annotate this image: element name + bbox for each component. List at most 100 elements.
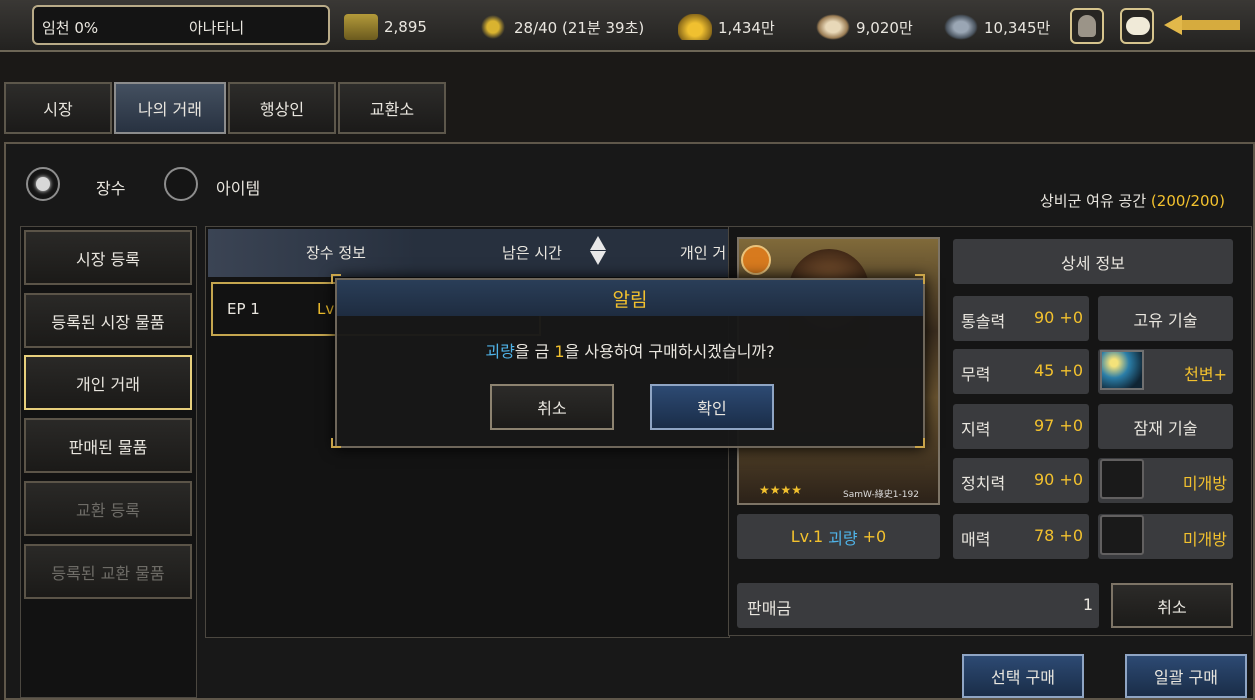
radio-general-label: 장수 — [96, 179, 126, 198]
back-arrow-button[interactable] — [1164, 15, 1240, 35]
tab-exchange[interactable]: 교환소 — [338, 82, 446, 134]
dialog-corner-ornament — [915, 438, 925, 448]
level-suffix: +0 — [862, 527, 887, 546]
reserve-space-label: 상비군 여유 공간 — [1040, 192, 1147, 210]
sidebar-label: 시장 등록 — [76, 249, 140, 269]
sidebar-market-register[interactable]: 시장 등록 — [24, 230, 192, 285]
scroll-icon — [344, 14, 378, 40]
army-badge-icon — [741, 245, 771, 275]
list-header — [208, 229, 728, 277]
sidebar-label: 교환 등록 — [76, 500, 140, 520]
bulk-buy-button[interactable]: 일괄 구매 — [1125, 654, 1247, 698]
stat-row-charm: 매력 78 +0 — [953, 514, 1089, 559]
stat-label: 통솔력 — [961, 312, 1006, 331]
sidebar-registered-exchange-items: 등록된 교환 물품 — [24, 544, 192, 599]
stat-row-strength: 무력 45 +0 — [953, 349, 1089, 394]
bulk-buy-label: 일괄 구매 — [1154, 668, 1218, 687]
skill-lightning-icon — [1100, 350, 1144, 390]
nickname-text: 아나타니 — [189, 19, 245, 37]
header-general-info: 장수 정보 — [306, 244, 366, 262]
detail-info-button[interactable]: 상세 정보 — [953, 239, 1233, 284]
potential-skill-label: 잠재 기술 — [1133, 418, 1198, 438]
radio-item[interactable] — [164, 167, 198, 201]
gold-ingot-icon — [678, 14, 712, 40]
chat-button[interactable] — [1120, 8, 1154, 44]
sort-down — [590, 251, 606, 265]
food-count: 9,020만 — [856, 18, 913, 37]
price-field: 판매금 1 — [737, 583, 1099, 628]
resource-stamina: 28/40 (21분 39초) — [478, 14, 644, 40]
arrow-left-icon — [1164, 15, 1182, 35]
player-info-box[interactable]: 임천 0% 아나타니 — [32, 5, 330, 45]
stat-label: 정치력 — [961, 474, 1006, 493]
resource-iron: 10,345만 — [944, 14, 1050, 40]
dialog-general-name: 괴량 — [485, 342, 515, 361]
dialog-amount: 1 — [554, 342, 565, 361]
stat-label: 무력 — [961, 365, 991, 384]
sort-up — [590, 236, 606, 250]
profile-helmet-button[interactable] — [1070, 8, 1104, 44]
tab-market[interactable]: 시장 — [4, 82, 112, 134]
potential-slot-1: 미개방 — [1098, 458, 1233, 503]
row-ep: EP 1 — [227, 300, 260, 318]
tab-merchant[interactable]: 행상인 — [228, 82, 336, 134]
stat-label: 지력 — [961, 420, 991, 439]
stamina-runner-icon — [478, 14, 508, 40]
sidebar-exchange-register: 교환 등록 — [24, 481, 192, 536]
header-personal-trade: 개인 거 — [680, 244, 727, 262]
chat-bubble-icon — [1126, 17, 1150, 35]
detail-info-label: 상세 정보 — [1061, 253, 1125, 273]
slot-status: 미개방 — [1182, 530, 1227, 549]
header-remaining-time[interactable]: 남은 시간 — [502, 242, 562, 263]
stat-value: 78 +0 — [1033, 526, 1083, 545]
card-caption: SamW-綠史1-192 — [843, 490, 919, 500]
sidebar-label: 개인 거래 — [76, 374, 140, 394]
sidebar-registered-market-items[interactable]: 등록된 시장 물품 — [24, 293, 192, 348]
sidebar-label: 등록된 교환 물품 — [51, 563, 165, 583]
scroll-count: 2,895 — [384, 18, 427, 36]
level-prefix: Lv.1 — [790, 527, 824, 546]
radio-item-label: 아이템 — [216, 179, 261, 198]
tab-exchange-label: 교환소 — [369, 100, 415, 119]
helmet-icon — [1078, 15, 1096, 37]
row-level: Lv — [317, 300, 335, 318]
stat-value: 45 +0 — [1033, 361, 1083, 380]
unique-skill-label: 고유 기술 — [1133, 310, 1198, 330]
sidebar-personal-trade[interactable]: 개인 거래 — [24, 355, 192, 410]
tab-my-trades[interactable]: 나의 거래 — [114, 82, 226, 134]
dialog-confirm-button[interactable]: 확인 — [650, 384, 774, 430]
sort-diamond-icon[interactable] — [590, 236, 606, 266]
arrow-shaft — [1182, 20, 1240, 30]
reserve-space-value: (200/200) — [1150, 192, 1225, 210]
unique-skill-button[interactable]: 고유 기술 — [1098, 296, 1233, 341]
stamina-count: 28/40 (21분 39초) — [514, 18, 645, 37]
general-name: 괴량 — [828, 528, 858, 548]
sidebar-sold-items[interactable]: 판매된 물품 — [24, 418, 192, 473]
dialog-message: 괴량을 금 1을 사용하여 구매하시겠습니까? — [337, 338, 923, 362]
resource-food: 9,020만 — [816, 14, 913, 40]
rank-text: 임천 0% — [42, 19, 99, 37]
unique-skill-name: 천변+ — [1184, 365, 1227, 384]
radio-general[interactable] — [26, 167, 60, 201]
stat-value: 90 +0 — [1033, 308, 1083, 327]
cancel-listing-button[interactable]: 취소 — [1111, 583, 1233, 628]
price-value: 1 — [1082, 595, 1093, 614]
reserve-space: 상비군 여유 공간 (200/200) — [1040, 190, 1225, 211]
iron-ore-icon — [944, 14, 978, 40]
sidebar-label: 판매된 물품 — [68, 437, 148, 457]
potential-slot-2: 미개방 — [1098, 514, 1233, 559]
gold-count: 1,434만 — [718, 18, 775, 37]
stat-row-intelligence: 지력 97 +0 — [953, 404, 1089, 449]
dialog-msg-b: 을 사용하여 구매하시겠습니까? — [564, 342, 775, 361]
potential-skill-button[interactable]: 잠재 기술 — [1098, 404, 1233, 449]
iron-count: 10,345만 — [984, 18, 1051, 37]
dialog-cancel-button[interactable]: 취소 — [490, 384, 614, 430]
cancel-listing-label: 취소 — [1157, 597, 1187, 617]
unique-skill-slot[interactable]: 천변+ — [1098, 349, 1233, 394]
slot-status: 미개방 — [1182, 474, 1227, 493]
select-buy-button[interactable]: 선택 구매 — [962, 654, 1084, 698]
tab-my-trades-label: 나의 거래 — [138, 100, 202, 119]
dialog-title-text: 알림 — [612, 288, 648, 311]
price-label: 판매금 — [747, 599, 792, 618]
card-stars: ★★★★ — [759, 483, 803, 497]
